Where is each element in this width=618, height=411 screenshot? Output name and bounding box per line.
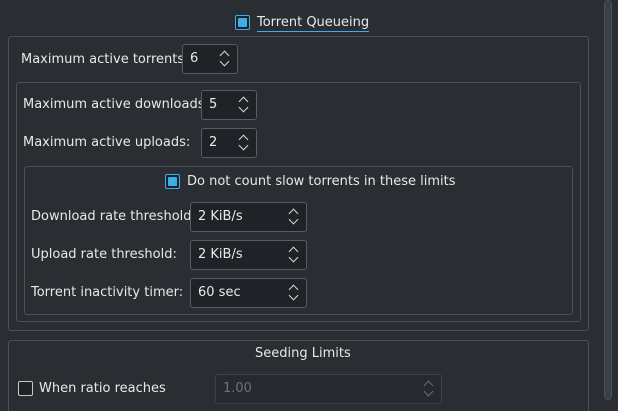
upload-rate-threshold-spinbox[interactable]: 2 KiB/s <box>190 240 307 270</box>
torrent-inactivity-timer-spinbox[interactable]: 60 sec <box>190 278 307 308</box>
max-active-downloads-spinbox[interactable]: 5 <box>201 90 257 120</box>
max-active-torrents-value[interactable]: 6 <box>190 51 198 66</box>
max-active-torrents-spinbox[interactable]: 6 <box>182 44 238 74</box>
ratio-limit-value[interactable]: 1.00 <box>223 381 252 396</box>
spin-arrows-icon[interactable] <box>288 245 300 265</box>
spin-arrows-icon[interactable] <box>288 283 300 303</box>
max-active-downloads-value[interactable]: 5 <box>209 97 217 112</box>
spin-arrows-icon[interactable] <box>219 49 231 69</box>
torrent-queueing-title[interactable]: Torrent Queueing <box>257 15 370 32</box>
torrent-inactivity-timer-label: Torrent inactivity timer: <box>31 285 184 300</box>
upload-rate-threshold-value[interactable]: 2 KiB/s <box>198 247 243 262</box>
download-rate-threshold-value[interactable]: 2 KiB/s <box>198 209 243 224</box>
spin-arrows-icon[interactable] <box>238 95 250 115</box>
torrent-queueing-checkbox[interactable] <box>235 15 250 30</box>
download-rate-threshold-spinbox[interactable]: 2 KiB/s <box>190 202 307 232</box>
ratio-limit-spinbox[interactable]: 1.00 <box>215 374 442 404</box>
seeding-limits-title: Seeding Limits <box>255 346 351 361</box>
ratio-limit-checkbox[interactable] <box>18 381 33 396</box>
spin-arrows-icon[interactable] <box>288 207 300 227</box>
max-active-torrents-label: Maximum active torrents: <box>21 52 189 67</box>
slow-torrents-checkbox[interactable] <box>165 174 180 189</box>
torrent-inactivity-timer-value[interactable]: 60 sec <box>198 285 241 300</box>
max-active-uploads-value[interactable]: 2 <box>209 135 217 150</box>
max-active-uploads-spinbox[interactable]: 2 <box>201 128 257 158</box>
max-active-uploads-label: Maximum active uploads: <box>23 135 191 150</box>
scrollbar-handle[interactable] <box>604 0 612 400</box>
upload-rate-threshold-label: Upload rate threshold: <box>31 247 177 262</box>
spin-arrows-icon[interactable] <box>238 133 250 153</box>
download-rate-threshold-label: Download rate threshold: <box>31 209 196 224</box>
max-active-downloads-label: Maximum active downloads: <box>23 97 209 112</box>
ratio-limit-label[interactable]: When ratio reaches <box>39 381 166 396</box>
preferences-bittorrent-panel: Torrent Queueing Maximum active torrents… <box>0 0 618 411</box>
spin-arrows-icon[interactable] <box>423 379 435 399</box>
slow-torrents-title[interactable]: Do not count slow torrents in these limi… <box>187 174 456 189</box>
